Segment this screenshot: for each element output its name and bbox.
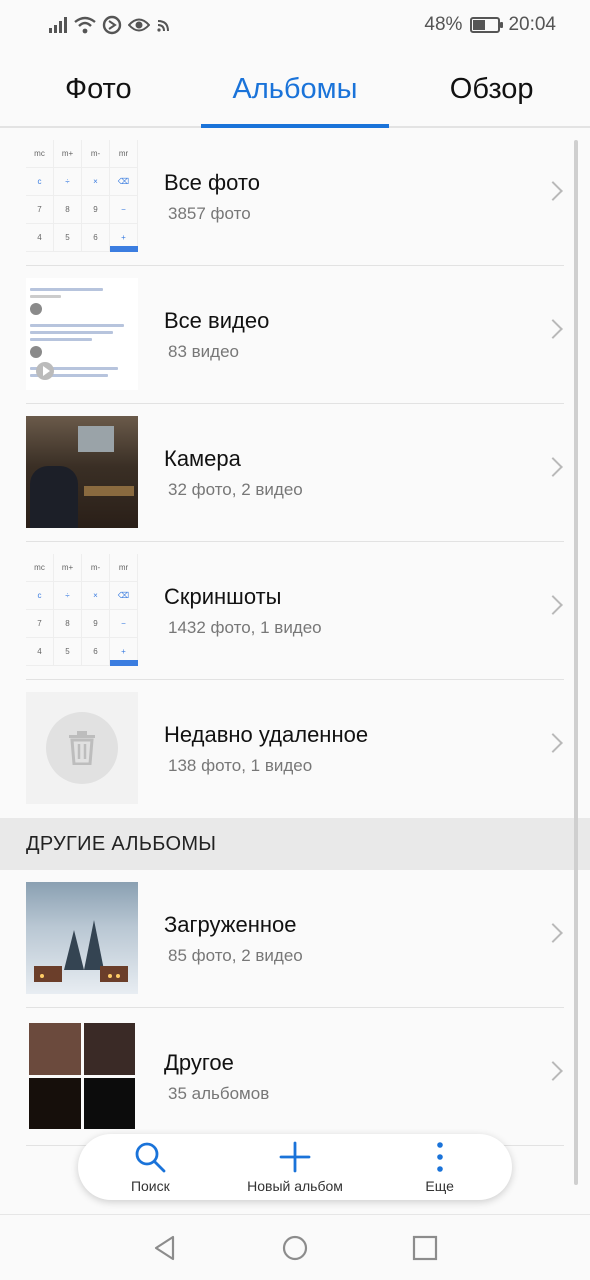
- album-name: Все фото: [164, 170, 260, 195]
- plus-icon: [279, 1141, 311, 1173]
- calc-key: 4: [26, 638, 54, 666]
- album-count: 85 фото, 2 видео: [168, 946, 303, 965]
- calc-key: mr: [110, 140, 138, 168]
- calc-key: 6: [82, 638, 110, 666]
- chevron-right-icon: [543, 181, 563, 201]
- new-album-label: Новый альбом: [247, 1178, 343, 1194]
- album-list: mc m+ m-mr c ÷ × ⌫ 7 8 9−4 5 6 + Все фото 3857 фото: [0, 128, 590, 1146]
- bottom-toolbar: Поиск Новый альбом Еще: [78, 1134, 512, 1200]
- album-name: Скриншоты: [164, 584, 282, 609]
- album-count: 1432 фото, 1 видео: [168, 618, 322, 637]
- calc-key: mc: [26, 554, 54, 582]
- album-thumbnail: mc m+ m-mr c ÷ × ⌫ 7 8 9−4 5 6 +: [26, 140, 138, 252]
- status-right: 48% 20:04: [424, 14, 556, 36]
- signal-icon: [49, 17, 67, 33]
- calc-key: ⌫: [110, 168, 138, 196]
- album-count: 83 видео: [168, 342, 239, 361]
- album-screenshots[interactable]: mc m+ m-mr c ÷ × ⌫ 7 8 9−4 5 6 + Скриншоты 1432 фото…: [0, 542, 590, 680]
- album-name: Загруженное: [164, 912, 297, 937]
- search-label: Поиск: [130, 1178, 170, 1194]
- new-album-button[interactable]: Новый альбом: [223, 1134, 368, 1200]
- calc-key: 4: [26, 224, 54, 252]
- album-name: Недавно удаленное: [164, 722, 369, 747]
- chevron-right-icon: [543, 733, 563, 753]
- system-nav-bar: [0, 1214, 590, 1280]
- calc-key: 7: [26, 196, 54, 224]
- album-name: Камера: [164, 446, 241, 471]
- calc-key: ×: [82, 168, 110, 196]
- clock: 20:04: [508, 14, 556, 35]
- battery-icon: [470, 17, 504, 33]
- calc-key: 6: [82, 224, 110, 252]
- eye-icon: [128, 18, 150, 32]
- album-thumbnail: mc m+ m-mr c ÷ × ⌫ 7 8 9−4 5 6 +: [26, 554, 138, 666]
- album-count: 35 альбомов: [168, 1084, 270, 1103]
- trash-icon: [69, 731, 95, 765]
- wifi-icon: [74, 16, 96, 34]
- tab-explore[interactable]: Обзор: [393, 60, 590, 126]
- recents-icon[interactable]: [411, 1234, 439, 1262]
- album-count: 3857 фото: [168, 204, 251, 223]
- home-icon[interactable]: [281, 1234, 309, 1262]
- calc-key: m+: [54, 554, 82, 582]
- chevron-right-icon: [543, 1061, 563, 1081]
- calc-key: m+: [54, 140, 82, 168]
- calc-key: 5: [54, 638, 82, 666]
- calc-key: ⌫: [110, 582, 138, 610]
- album-thumbnail: [26, 692, 138, 804]
- calc-key: mc: [26, 140, 54, 168]
- cast-icon: [157, 20, 169, 32]
- battery-percent: 48%: [424, 14, 463, 35]
- calc-key: 7: [26, 610, 54, 638]
- album-camera[interactable]: Камера 32 фото, 2 видео: [0, 404, 590, 542]
- more-button[interactable]: Еще: [367, 1134, 512, 1200]
- more-label: Еще: [425, 1178, 454, 1194]
- status-icons: [48, 15, 172, 35]
- search-icon: [135, 1142, 166, 1173]
- back-icon[interactable]: [151, 1234, 179, 1262]
- album-count: 32 фото, 2 видео: [168, 480, 303, 499]
- search-button[interactable]: Поиск: [78, 1134, 223, 1200]
- album-thumbnail: [26, 416, 138, 528]
- data-saver-icon: [102, 15, 122, 35]
- calc-key: −: [110, 196, 138, 224]
- calc-key: m-: [82, 554, 110, 582]
- tab-bar: Фото Альбомы Обзор: [0, 60, 590, 128]
- tab-photos[interactable]: Фото: [0, 60, 197, 126]
- calc-key: 9: [82, 196, 110, 224]
- calc-key: −: [110, 610, 138, 638]
- album-thumbnail: [26, 882, 138, 994]
- album-all-photos[interactable]: mc m+ m-mr c ÷ × ⌫ 7 8 9−4 5 6 + Все фото 3857 фото: [0, 128, 590, 266]
- calc-key: ×: [82, 582, 110, 610]
- more-vertical-icon: [436, 1142, 443, 1172]
- calc-key: ÷: [54, 168, 82, 196]
- calc-key: ÷: [54, 582, 82, 610]
- calc-key: m-: [82, 140, 110, 168]
- album-all-videos[interactable]: Все видео 83 видео: [0, 266, 590, 404]
- chevron-right-icon: [543, 319, 563, 339]
- tab-albums[interactable]: Альбомы: [197, 60, 394, 128]
- album-thumbnail: [26, 1020, 138, 1132]
- calc-key: c: [26, 168, 54, 196]
- calc-key: mr: [110, 554, 138, 582]
- chevron-right-icon: [543, 457, 563, 477]
- section-header-other-albums: ДРУГИЕ АЛЬБОМЫ: [0, 818, 590, 870]
- album-other[interactable]: Другое 35 альбомов: [0, 1008, 590, 1146]
- calc-key: 8: [54, 610, 82, 638]
- play-icon: [36, 362, 54, 380]
- album-count: 138 фото, 1 видео: [168, 756, 313, 775]
- album-recently-deleted[interactable]: Недавно удаленное 138 фото, 1 видео: [0, 680, 590, 818]
- chevron-right-icon: [543, 595, 563, 615]
- chevron-right-icon: [543, 923, 563, 943]
- scrollbar[interactable]: [574, 140, 578, 1185]
- calc-key: 9: [82, 610, 110, 638]
- album-thumbnail: [26, 278, 138, 390]
- album-name: Другое: [164, 1050, 234, 1075]
- calc-key: c: [26, 582, 54, 610]
- album-name: Все видео: [164, 308, 270, 333]
- album-downloaded[interactable]: Загруженное 85 фото, 2 видео: [0, 870, 590, 1008]
- calc-key: 8: [54, 196, 82, 224]
- status-bar: 48% 20:04: [0, 0, 590, 50]
- calc-key: 5: [54, 224, 82, 252]
